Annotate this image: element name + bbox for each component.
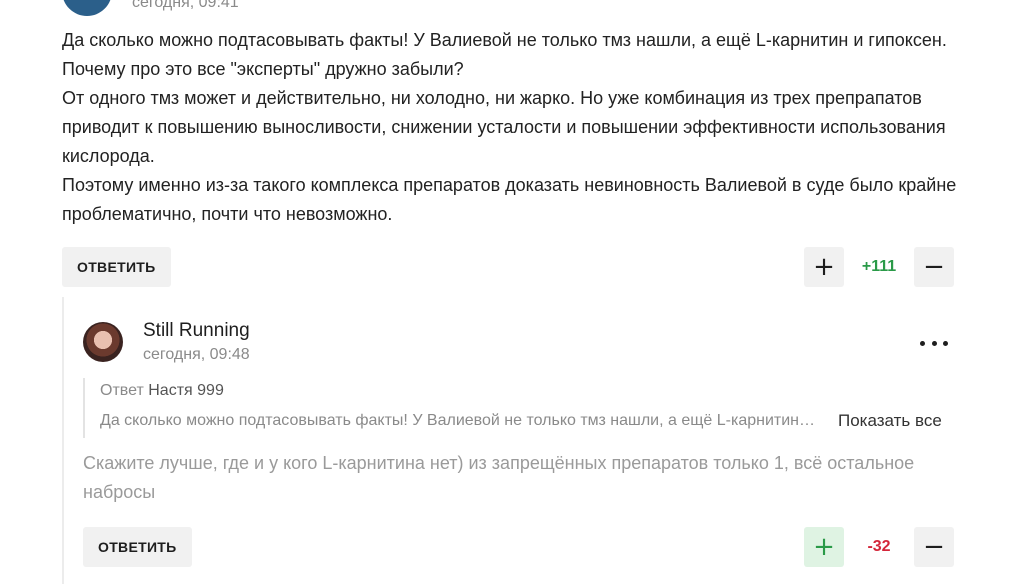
plus-icon[interactable]: +: [804, 247, 844, 287]
quote-header: Ответ Настя 999: [100, 382, 224, 400]
comment-paragraph: Поэтому именно из-за такого комплекса пр…: [62, 175, 957, 224]
reply-button[interactable]: ОТВЕТИТЬ: [62, 247, 171, 287]
comment-author[interactable]: Still Running: [143, 320, 250, 342]
comment-time: сегодня, 09:48: [143, 346, 250, 363]
vote-score: -32: [867, 538, 891, 555]
show-all-link[interactable]: Показать все: [838, 411, 942, 431]
minus-icon[interactable]: −: [914, 247, 954, 287]
quoted-comment: Ответ Настя 999 Да сколько можно подтасо…: [83, 378, 955, 438]
comments-page: сегодня, 09:41 Да сколько можно подтасов…: [0, 0, 1017, 584]
comment-body: Скажите лучше, где и у кого L-карнитина …: [83, 453, 915, 502]
minus-icon[interactable]: −: [914, 527, 954, 567]
vote-widget: + -32 −: [804, 527, 954, 567]
more-options-icon[interactable]: [920, 335, 948, 351]
quote-snippet: Да сколько можно подтасовывать факты! У …: [100, 412, 816, 429]
comment-time: сегодня, 09:41: [132, 0, 239, 11]
comment-paragraph: От одного тмз может и действительно, ни …: [62, 88, 946, 166]
plus-icon[interactable]: +: [804, 527, 844, 567]
quote-author[interactable]: Настя 999: [148, 382, 224, 399]
avatar[interactable]: [83, 322, 123, 362]
reply-button[interactable]: ОТВЕТИТЬ: [83, 527, 192, 567]
comment-body: Да сколько можно подтасовывать факты! У …: [62, 26, 962, 229]
thread-line: [62, 297, 64, 584]
avatar[interactable]: [62, 0, 112, 16]
quote-prefix: Ответ: [100, 382, 144, 399]
vote-widget: + +111 −: [804, 247, 954, 287]
vote-score: +111: [861, 258, 897, 275]
comment-paragraph: Да сколько можно подтасовывать факты! У …: [62, 30, 947, 79]
